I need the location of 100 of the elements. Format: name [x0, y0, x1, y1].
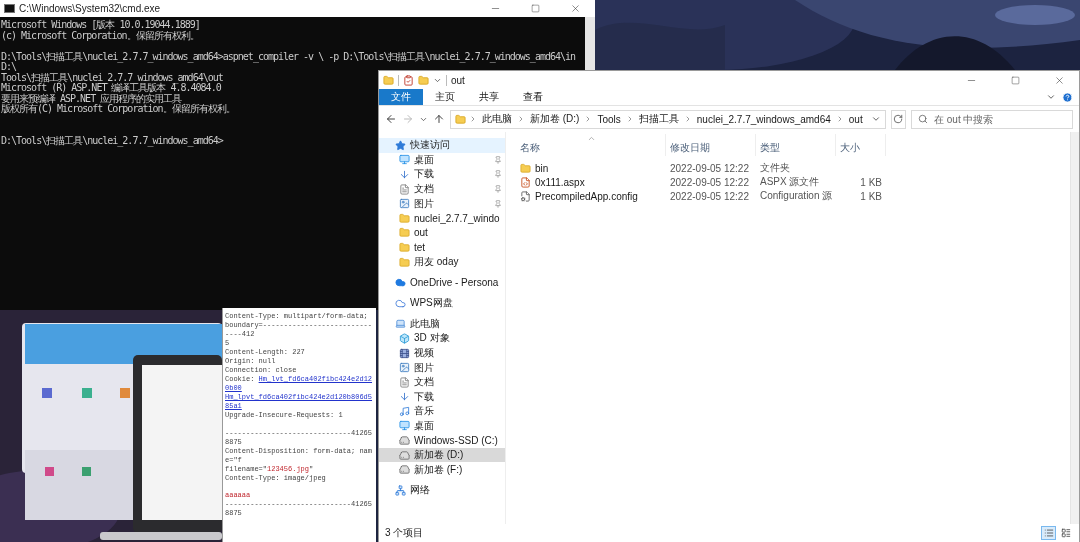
column-header[interactable]: 修改日期: [666, 134, 756, 156]
column-header[interactable]: 大小: [836, 134, 886, 156]
nav-item[interactable]: 快速访问: [379, 138, 505, 153]
file-size: 1 KB: [859, 190, 883, 202]
breadcrumb-item[interactable]: 此电脑: [480, 112, 514, 126]
close-icon: [1053, 74, 1065, 86]
file-name[interactable]: PrecompiledApp.config: [516, 190, 666, 202]
file-size: 1 KB: [859, 176, 883, 188]
search-field[interactable]: 在 out 中搜索: [911, 109, 1073, 129]
breadcrumb-item[interactable]: out: [846, 113, 865, 125]
nav-item[interactable]: 视频: [379, 345, 505, 361]
close-icon: [569, 3, 581, 14]
modified-date: 2022-09-05 12:22: [669, 162, 750, 174]
monitor-icon: [399, 420, 410, 432]
folder-icon: [399, 212, 410, 224]
ribbon-tab[interactable]: 查看: [511, 89, 555, 105]
console-line: Tools\扫描工具\nuclei_2.7.7_windows_amd64\out: [1, 72, 223, 83]
folder-icon: [399, 241, 410, 253]
scrollbar[interactable]: [1070, 132, 1079, 524]
nav-item[interactable]: 下载: [379, 389, 505, 405]
nav-item[interactable]: 桌面: [379, 418, 505, 434]
console-icon: [4, 4, 15, 13]
nav-item[interactable]: OneDrive - Persona: [379, 275, 505, 290]
column-header[interactable]: 类型: [756, 134, 836, 156]
sort-caret-icon: [586, 134, 596, 143]
file-type: ASPX 源文件: [759, 175, 821, 189]
address-bar[interactable]: 此电脑 新加卷 (D:) Tools 扫描工具 nuclei_2.7.7_windows_amd64 out: [450, 109, 886, 129]
nav-item[interactable]: WPS网盘: [379, 295, 505, 311]
folder-icon: [455, 113, 466, 125]
ribbon-tab[interactable]: 共享: [467, 89, 511, 105]
nav-item[interactable]: nuclei_2.7.7_windo: [379, 210, 505, 226]
nav-item[interactable]: 新加卷 (F:): [379, 462, 505, 478]
console-line: D:\Tools\扫描工具\nuclei_2.7.7_windows_amd64>aspnet_compiler -v \ -p D:\Tools\扫描工具\nuclei_2.7.7_windows_amd64\in D:\: [1, 51, 577, 73]
modified-date: 2022-09-05 12:22: [669, 176, 750, 188]
ribbon-tab[interactable]: 文件: [379, 89, 423, 105]
folder-icon[interactable]: [418, 74, 429, 86]
refresh-button[interactable]: [890, 109, 906, 129]
music-note-icon: [399, 405, 410, 417]
folder-icon: [399, 227, 410, 239]
network-icon: [395, 484, 406, 496]
chevron-icon[interactable]: [469, 115, 477, 123]
nav-item[interactable]: 此电脑: [379, 316, 505, 332]
file-name[interactable]: 0x111.aspx: [516, 176, 666, 188]
ribbon-tab[interactable]: 主页: [423, 89, 467, 105]
document-icon: [399, 376, 410, 388]
nav-item[interactable]: 文档: [379, 181, 505, 197]
modified-date: 2022-09-05 12:22: [669, 190, 750, 202]
maximize-icon: [530, 4, 540, 13]
folder-icon: [520, 162, 531, 174]
film-icon: [399, 347, 410, 359]
file-name[interactable]: bin: [516, 162, 666, 174]
file-type: Configuration 源: [759, 189, 834, 203]
nav-item[interactable]: 用友 oday: [379, 254, 505, 270]
nav-item[interactable]: 音乐: [379, 404, 505, 419]
config-file-icon: [520, 190, 531, 202]
window-title: out: [451, 74, 466, 86]
column-header[interactable]: 名称: [516, 134, 666, 156]
nav-item[interactable]: Windows-SSD (C:): [379, 433, 505, 448]
breadcrumb-item[interactable]: 扫描工具: [636, 112, 681, 126]
laptop-icon: [395, 318, 406, 330]
drive-icon: [399, 449, 410, 461]
drive-icon: [399, 464, 410, 476]
code-file-icon: [520, 176, 531, 188]
maximize-icon: [1010, 75, 1020, 85]
chevron-icon[interactable]: [517, 115, 525, 123]
console-line: D:\Tools\扫描工具\nuclei_2.7.7_windows_amd64>: [1, 135, 223, 146]
breadcrumb-item[interactable]: nuclei_2.7.7_windows_amd64: [694, 113, 833, 125]
breadcrumb-item[interactable]: 新加卷 (D:): [528, 112, 582, 126]
nav-item[interactable]: 图片: [379, 360, 505, 375]
help-button[interactable]: [1062, 91, 1073, 103]
details-view-button[interactable]: [1041, 526, 1056, 540]
address-dropdown-button[interactable]: [870, 114, 881, 124]
cube-icon: [399, 332, 410, 344]
nav-item[interactable]: 文档: [379, 374, 505, 390]
up-button[interactable]: [433, 113, 445, 125]
console-line: 要用来预编译 ASP.NET 应用程序的实用工具: [1, 93, 182, 104]
expand-ribbon-button[interactable]: [1046, 92, 1056, 102]
nav-item[interactable]: 新加卷 (D:): [379, 447, 505, 463]
forward-button[interactable]: [402, 113, 414, 125]
nav-item[interactable]: 网络: [379, 483, 505, 498]
document-icon: [399, 183, 410, 195]
nav-item[interactable]: 3D 对象: [379, 331, 505, 346]
console-line: (c) Microsoft Corporation。保留所有权利。: [1, 30, 199, 41]
drive-icon: [399, 435, 410, 447]
scrollbar[interactable]: [585, 17, 595, 70]
star-icon: [395, 139, 406, 151]
nav-item[interactable]: 桌面: [379, 152, 505, 168]
picture-icon: [399, 362, 410, 374]
window-title: C:\Windows\System32\cmd.exe: [19, 3, 162, 14]
back-button[interactable]: [385, 113, 397, 125]
nav-item[interactable]: 下载: [379, 167, 505, 182]
nav-item[interactable]: out: [379, 225, 505, 241]
nav-item[interactable]: tet: [379, 240, 505, 255]
search-icon: [918, 114, 928, 124]
folder-icon[interactable]: [383, 74, 394, 86]
console-line: Microsoft Windows [版本 10.0.19044.1889]: [1, 20, 200, 30]
nav-item[interactable]: 图片: [379, 196, 505, 211]
breadcrumb-item[interactable]: Tools: [595, 113, 623, 125]
file-type: 文件夹: [759, 161, 791, 175]
properties-icon[interactable]: [403, 74, 414, 86]
